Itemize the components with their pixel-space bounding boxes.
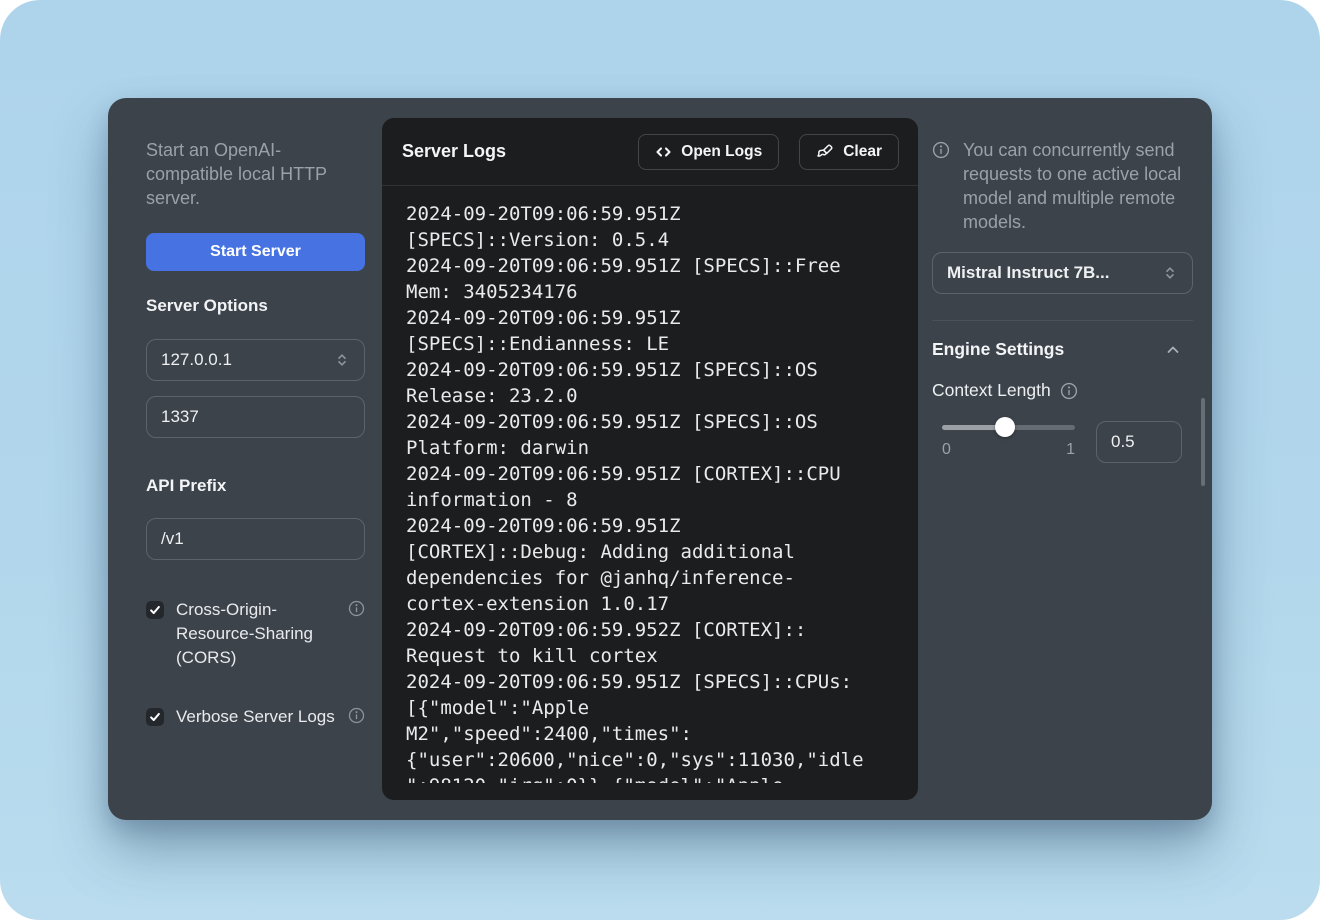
server-description: Start an OpenAI-compatible local HTTP se… — [146, 138, 353, 210]
check-icon — [149, 604, 161, 616]
log-line: [{"model":"Apple — [406, 695, 894, 721]
context-length-value: 0.5 — [1111, 432, 1135, 452]
verbose-logs-row: Verbose Server Logs — [146, 705, 365, 729]
cors-checkbox[interactable] — [146, 601, 164, 619]
cors-label: Cross-Origin-Resource-Sharing (CORS) — [176, 598, 336, 670]
concurrency-info-text: You can concurrently send requests to on… — [963, 138, 1195, 234]
server-config-sidebar: Start an OpenAI-compatible local HTTP se… — [146, 98, 365, 820]
model-select[interactable]: Mistral Instruct 7B... — [932, 252, 1193, 294]
host-select[interactable]: 127.0.0.1 — [146, 339, 365, 381]
log-line: Mem: 3405234176 — [406, 279, 894, 305]
host-select-value: 127.0.0.1 — [161, 350, 232, 370]
port-input-value: 1337 — [161, 407, 199, 427]
cors-row: Cross-Origin-Resource-Sharing (CORS) — [146, 598, 365, 670]
log-line: Platform: darwin — [406, 435, 894, 461]
server-logs-header: Server Logs Open Logs Clear — [382, 118, 918, 186]
verbose-logs-label: Verbose Server Logs — [176, 705, 336, 729]
log-line: M2","speed":2400,"times": — [406, 721, 894, 747]
api-prefix-heading: API Prefix — [146, 476, 226, 496]
clear-logs-button[interactable]: Clear — [799, 134, 899, 170]
context-length-row: Context Length — [932, 380, 1078, 401]
section-divider — [932, 320, 1193, 321]
clear-logs-label: Clear — [843, 143, 882, 161]
api-prefix-input[interactable]: /v1 — [146, 518, 365, 560]
api-prefix-input-value: /v1 — [161, 529, 184, 549]
panel-scrollbar[interactable] — [1201, 398, 1205, 486]
log-line: 2024-09-20T09:06:59.951Z [CORTEX]::CPU — [406, 461, 894, 487]
server-options-heading: Server Options — [146, 296, 268, 316]
log-line: Release: 23.2.0 — [406, 383, 894, 409]
log-line: 2024-09-20T09:06:59.951Z [SPECS]::Free — [406, 253, 894, 279]
start-server-button[interactable]: Start Server — [146, 233, 365, 271]
log-line: 2024-09-20T09:06:59.952Z [CORTEX]:: — [406, 617, 894, 643]
log-line: [SPECS]::Endianness: LE — [406, 331, 894, 357]
open-logs-button[interactable]: Open Logs — [638, 134, 779, 170]
concurrency-info: You can concurrently send requests to on… — [932, 138, 1195, 234]
log-line: 2024-09-20T09:06:59.951Z — [406, 513, 894, 539]
log-line: [SPECS]::Version: 0.5.4 — [406, 227, 894, 253]
context-length-slider[interactable] — [942, 415, 1075, 439]
log-line: {"user":20600,"nice":0,"sys":11030,"idle — [406, 747, 894, 773]
log-line: 2024-09-20T09:06:59.951Z [SPECS]::OS — [406, 357, 894, 383]
slider-max-label: 1 — [1066, 441, 1075, 459]
info-icon[interactable] — [348, 600, 365, 670]
info-icon[interactable] — [1060, 382, 1078, 400]
slider-min-label: 0 — [942, 441, 951, 459]
server-logs-title: Server Logs — [402, 141, 506, 162]
engine-settings-header[interactable]: Engine Settings — [932, 339, 1182, 360]
app-background: Start an OpenAI-compatible local HTTP se… — [0, 0, 1320, 920]
log-actions: Open Logs Clear — [638, 134, 899, 170]
log-output[interactable]: 2024-09-20T09:06:59.951Z[SPECS]::Version… — [382, 186, 918, 783]
log-line: dependencies for @janhq/inference- — [406, 565, 894, 591]
chevron-up-icon — [1164, 341, 1182, 359]
chevron-updown-icon — [1162, 265, 1178, 281]
log-line: cortex-extension 1.0.17 — [406, 591, 894, 617]
slider-thumb[interactable] — [995, 417, 1015, 437]
log-line: information - 8 — [406, 487, 894, 513]
slider-range-labels: 0 1 — [942, 441, 1075, 459]
log-line: Request to kill cortex — [406, 643, 894, 669]
context-length-value-input[interactable]: 0.5 — [1096, 421, 1182, 463]
log-line: 2024-09-20T09:06:59.951Z — [406, 201, 894, 227]
chevron-updown-icon — [334, 352, 350, 368]
log-line: ":98120,"irq":0}},{"model":"Apple — [406, 773, 894, 783]
context-length-label: Context Length — [932, 380, 1051, 401]
open-logs-label: Open Logs — [681, 143, 762, 161]
model-select-value: Mistral Instruct 7B... — [947, 263, 1109, 283]
port-input[interactable]: 1337 — [146, 396, 365, 438]
log-line: [CORTEX]::Debug: Adding additional — [406, 539, 894, 565]
paintbrush-icon — [816, 143, 834, 161]
info-icon[interactable] — [348, 707, 365, 729]
log-line: 2024-09-20T09:06:59.951Z [SPECS]::OS — [406, 409, 894, 435]
check-icon — [149, 711, 161, 723]
info-icon — [932, 141, 950, 234]
server-logs-panel: Server Logs Open Logs Clear — [382, 118, 918, 800]
code-icon — [655, 144, 672, 160]
verbose-logs-checkbox[interactable] — [146, 708, 164, 726]
log-line: 2024-09-20T09:06:59.951Z [SPECS]::CPUs: — [406, 669, 894, 695]
local-api-server-panel: Start an OpenAI-compatible local HTTP se… — [108, 98, 1212, 820]
log-line: 2024-09-20T09:06:59.951Z — [406, 305, 894, 331]
engine-settings-title: Engine Settings — [932, 339, 1064, 360]
